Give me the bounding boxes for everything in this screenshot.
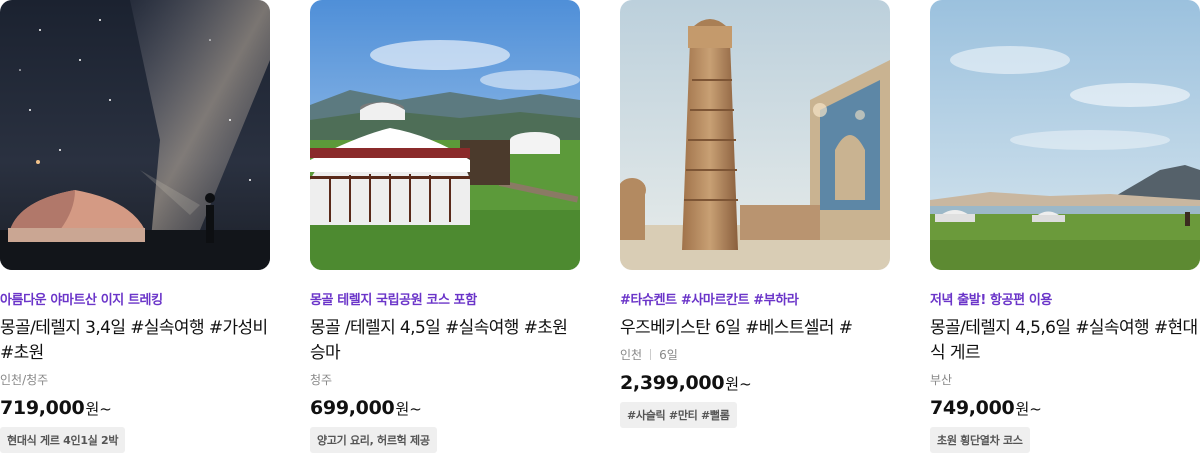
product-card[interactable]: 몽골 테렐지 국립공원 코스 포함 몽골 /테렐지 4,5일 #실속여행 #초원… — [310, 0, 580, 460]
steppe-lake-photo — [930, 0, 1200, 270]
feature-tag: #사슬릭 #만티 #뻘롬 — [620, 402, 737, 428]
product-title[interactable]: 몽골/테렐지 3,4일 #실속여행 #가성비 #초원 — [0, 316, 270, 366]
promo-text: 아름다운 야마트산 이지 트레킹 — [0, 293, 163, 308]
price-value: 749,000 — [930, 397, 1015, 419]
product-card[interactable]: 저녁 출발! 항공편 이용 몽골/테렐지 4,5,6일 #실속여행 #현대식 게… — [930, 0, 1200, 460]
product-meta: 인천 6일 — [620, 346, 890, 363]
trip-duration: 6일 — [659, 348, 678, 362]
product-title[interactable]: 몽골/테렐지 4,5,6일 #실속여행 #현대식 게르 — [930, 316, 1200, 366]
product-card[interactable]: 아름다운 야마트산 이지 트레킹 몽골/테렐지 3,4일 #실속여행 #가성비 … — [0, 0, 270, 460]
product-meta: 인천/청주 — [0, 371, 270, 388]
product-meta: 청주 — [310, 371, 580, 388]
product-image[interactable] — [0, 0, 270, 270]
product-title[interactable]: 우즈베키스탄 6일 #베스트셀러 # — [620, 316, 890, 341]
product-card[interactable]: #타슈켄트 #사마르칸트 #부하라 우즈베키스탄 6일 #베스트셀러 # 인천 … — [620, 0, 890, 460]
night-sky-yurt-photo — [0, 0, 270, 270]
price-unit: 원~ — [85, 400, 112, 418]
product-image[interactable] — [930, 0, 1200, 270]
feature-tag: 초원 횡단열차 코스 — [930, 427, 1030, 453]
price-value: 699,000 — [310, 397, 395, 419]
meta-divider — [650, 349, 652, 360]
minaret-photo — [620, 0, 890, 270]
product-price: 749,000 원~ — [930, 397, 1200, 419]
promo-text: #타슈켄트 #사마르칸트 #부하라 — [620, 293, 799, 308]
product-image[interactable] — [620, 0, 890, 270]
departure-city: 청주 — [310, 373, 333, 387]
price-unit: 원~ — [725, 375, 752, 393]
promo-text: 몽골 테렐지 국립공원 코스 포함 — [310, 293, 477, 308]
price-value: 719,000 — [0, 397, 85, 419]
product-price: 2,399,000 원~ — [620, 372, 890, 394]
promo-text: 저녁 출발! 항공편 이용 — [930, 293, 1052, 308]
price-value: 2,399,000 — [620, 372, 725, 394]
product-image[interactable] — [310, 0, 580, 270]
feature-tag: 현대식 게르 4인1실 2박 — [0, 427, 126, 453]
departure-city: 인천 — [620, 348, 643, 362]
price-unit: 원~ — [1015, 400, 1042, 418]
product-title[interactable]: 몽골 /테렐지 4,5일 #실속여행 #초원승마 — [310, 316, 580, 366]
price-unit: 원~ — [395, 400, 422, 418]
product-card-list: 아름다운 야마트산 이지 트레킹 몽골/테렐지 3,4일 #실속여행 #가성비 … — [0, 0, 1200, 470]
product-price: 719,000 원~ — [0, 397, 270, 419]
product-price: 699,000 원~ — [310, 397, 580, 419]
departure-city: 인천/청주 — [0, 373, 49, 387]
departure-city: 부산 — [930, 373, 953, 387]
product-meta: 부산 — [930, 371, 1200, 388]
ger-camp-photo — [310, 0, 580, 270]
feature-tag: 양고기 요리, 허르헉 제공 — [310, 427, 437, 453]
